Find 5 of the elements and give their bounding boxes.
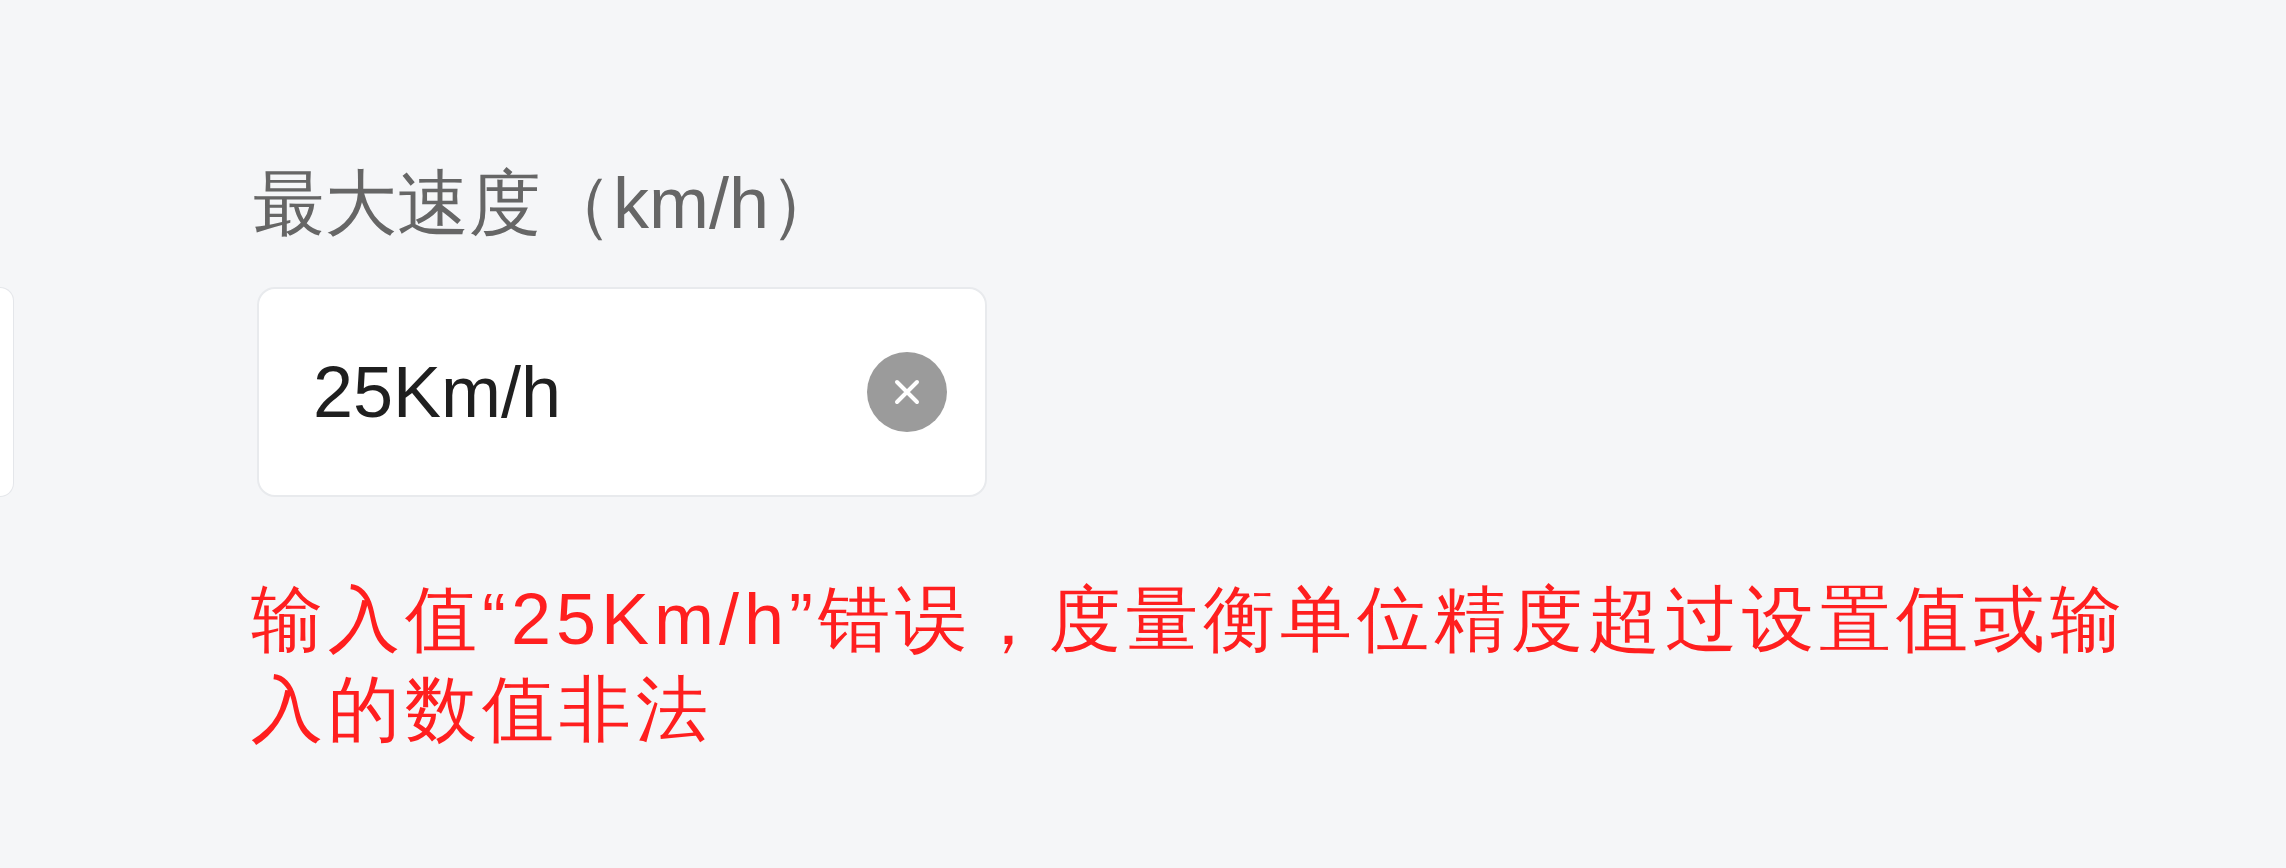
clear-icon[interactable] [867, 352, 947, 432]
input-field[interactable]: 25Km/h [257, 287, 987, 497]
input-field[interactable] [0, 287, 14, 497]
error-message: 输入值“25Km/h”错误，度量衡单位精度超过设置值或输入的数值非法 [251, 578, 2129, 751]
field-label: 最大速度（km/h） [253, 162, 842, 245]
